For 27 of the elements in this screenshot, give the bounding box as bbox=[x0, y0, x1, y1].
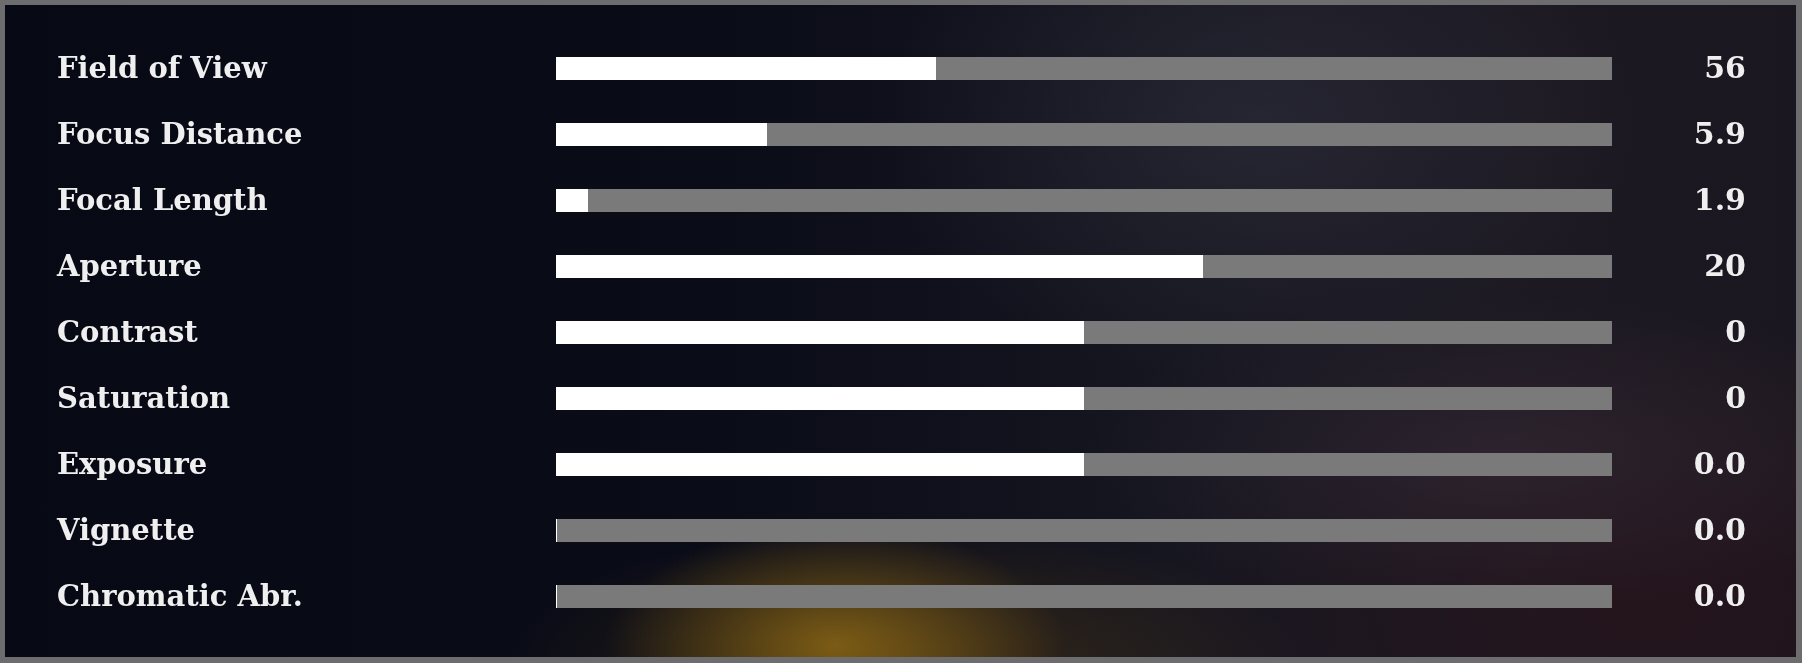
setting-label: Aperture bbox=[57, 248, 202, 284]
slider-track[interactable] bbox=[556, 452, 1612, 476]
setting-value: 1.9 bbox=[1693, 182, 1746, 218]
slider-track[interactable] bbox=[556, 188, 1612, 212]
setting-label: Chromatic Abr. bbox=[57, 578, 303, 614]
setting-label: Field of View bbox=[57, 50, 267, 86]
setting-label: Focus Distance bbox=[57, 116, 303, 152]
setting-label: Vignette bbox=[57, 512, 196, 548]
slider-track[interactable] bbox=[556, 254, 1612, 278]
setting-value: 0.0 bbox=[1693, 578, 1746, 614]
setting-label: Contrast bbox=[57, 314, 198, 350]
setting-value: 0 bbox=[1725, 380, 1746, 416]
setting-value: 0 bbox=[1725, 314, 1746, 350]
setting-label: Focal Length bbox=[57, 182, 268, 218]
slider-track[interactable] bbox=[556, 386, 1612, 410]
slider-track[interactable] bbox=[556, 122, 1612, 146]
setting-value: 20 bbox=[1704, 248, 1746, 284]
slider-track[interactable] bbox=[556, 320, 1612, 344]
slider-track[interactable] bbox=[556, 584, 1612, 608]
setting-value: 0.0 bbox=[1693, 512, 1746, 548]
slider-track[interactable] bbox=[556, 518, 1612, 542]
slider-track[interactable] bbox=[556, 56, 1612, 80]
setting-value: 5.9 bbox=[1693, 116, 1746, 152]
setting-value: 0.0 bbox=[1693, 446, 1746, 482]
setting-label: Saturation bbox=[57, 380, 231, 416]
setting-value: 56 bbox=[1704, 50, 1746, 86]
setting-label: Exposure bbox=[57, 446, 208, 482]
